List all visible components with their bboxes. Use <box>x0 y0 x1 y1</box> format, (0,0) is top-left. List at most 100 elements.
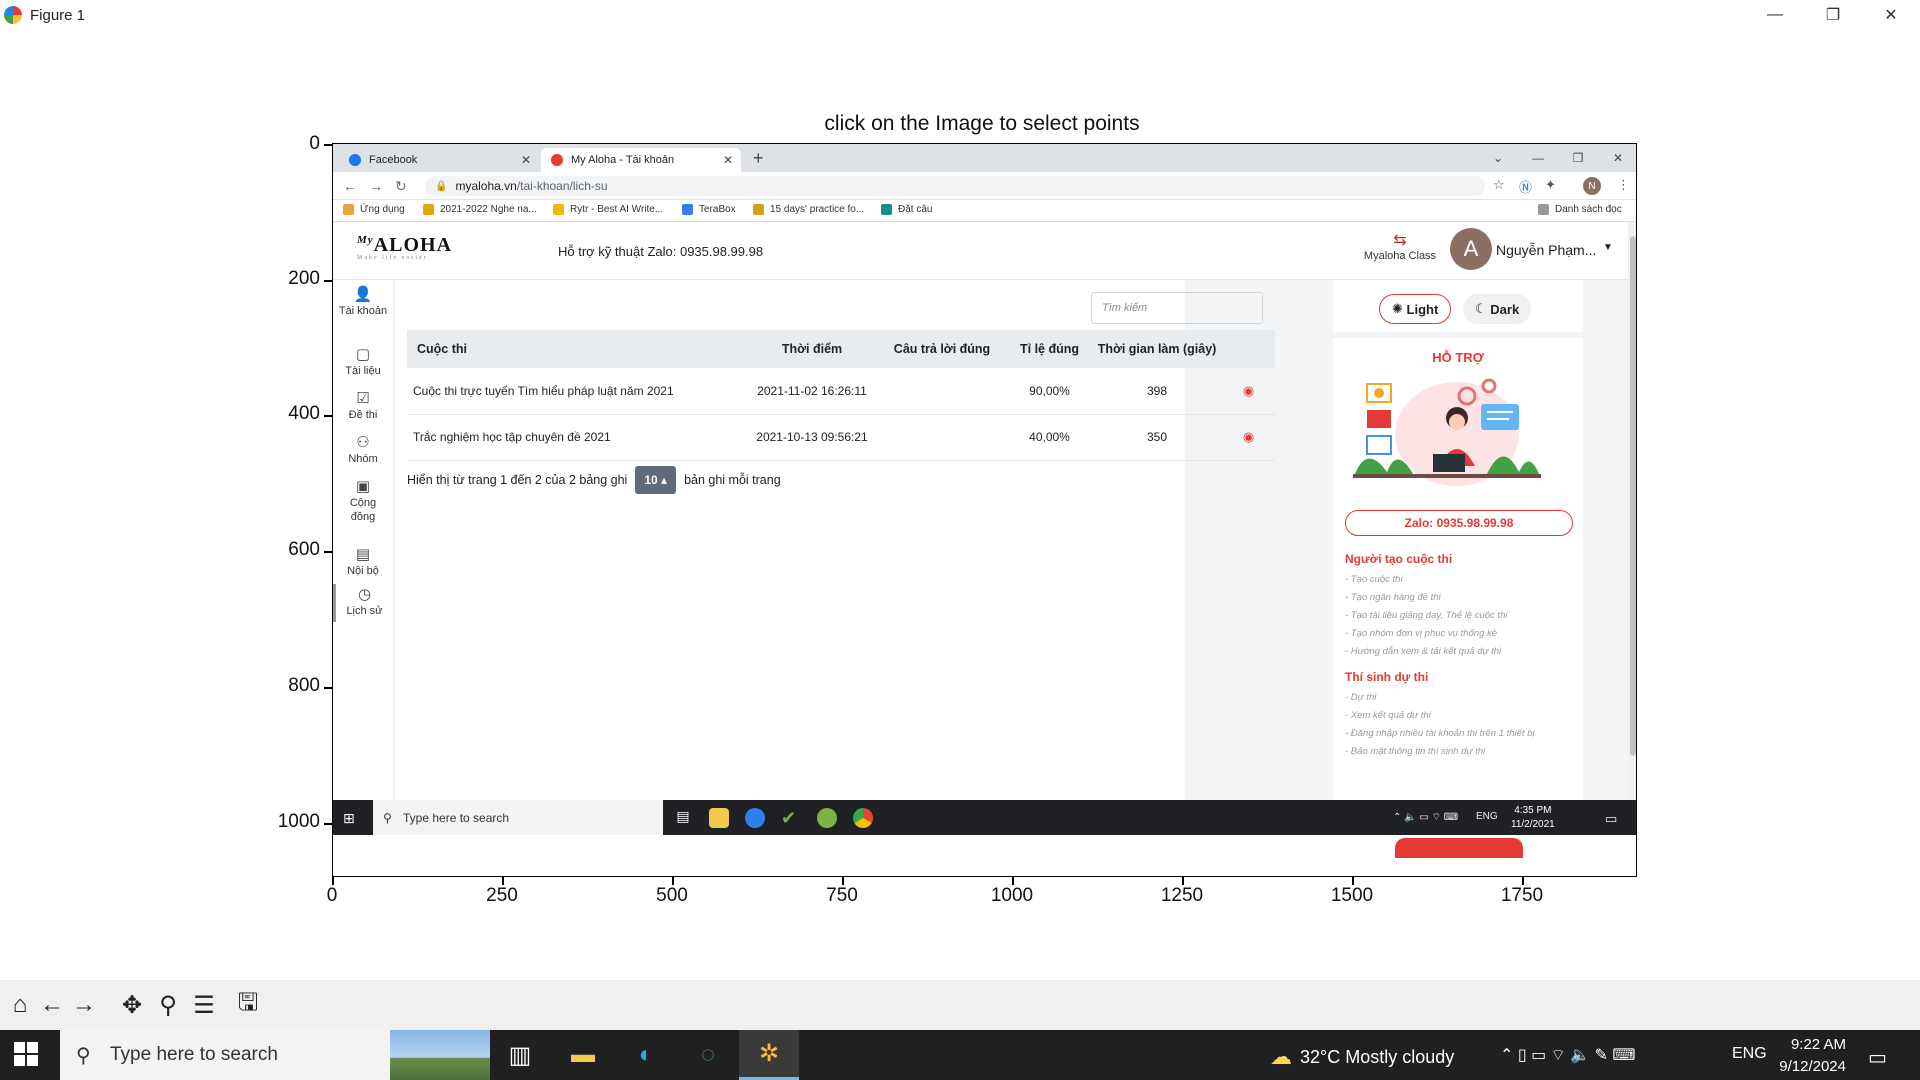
reload-icon[interactable]: ↻ <box>395 178 407 195</box>
tray-icons[interactable]: ⌃ 🔈 ▭ ⌔ ⌨ <box>1393 811 1458 824</box>
close-button[interactable]: ✕ <box>1862 0 1920 30</box>
bookmark-star-icon[interactable]: ☆ <box>1493 177 1505 193</box>
view-result-button[interactable]: ◉ <box>1222 414 1275 461</box>
creator-item[interactable]: - Hướng dẫn xem & tải kết quả dự thi <box>1345 646 1501 657</box>
zalo-icon[interactable] <box>745 808 765 828</box>
candidate-item[interactable]: - Đăng nhập nhiều tài khoản thi trên 1 t… <box>1345 728 1535 739</box>
column-header[interactable]: Thời điểm <box>747 330 877 368</box>
site-logo[interactable]: MyALOHA Make life easier <box>357 234 452 261</box>
tab-my-aloha[interactable]: My Aloha - Tài khoản ✕ <box>541 148 741 172</box>
view-result-button[interactable]: ◉ <box>1222 368 1275 415</box>
column-header[interactable]: Tỉ lệ đúng <box>1007 330 1092 368</box>
new-tab-button[interactable]: + <box>753 148 764 169</box>
tab-facebook[interactable]: Facebook ✕ <box>339 148 539 172</box>
minimize-button[interactable]: — <box>1518 144 1558 172</box>
restore-button[interactable]: ❐ <box>1558 144 1598 172</box>
chrome-icon[interactable] <box>853 808 873 828</box>
bookmark-item[interactable]: Ứng dụng <box>343 204 405 215</box>
checkmark-app-icon[interactable]: ✔ <box>781 808 801 828</box>
image-axes[interactable]: Facebook ✕ My Aloha - Tài khoản ✕ + ⌄ — … <box>332 143 1637 877</box>
bookmark-item[interactable]: TeraBox <box>682 204 736 215</box>
tray-icons[interactable]: ⌃ ▯ ▭ ⌔ 🔈 ✎ ⌨ <box>1500 1045 1635 1065</box>
task-view-icon[interactable]: ▤ <box>673 808 693 828</box>
bookmark-item[interactable]: 2021-2022 Nghe na... <box>423 204 537 215</box>
profile-avatar[interactable]: N <box>1583 177 1601 195</box>
notification-icon[interactable]: ▭ <box>1605 811 1617 827</box>
sidebar-item-groups[interactable]: ⚇ Nhóm <box>333 435 393 466</box>
home-button[interactable]: ⌂ <box>4 990 36 1020</box>
language-indicator[interactable]: ENG <box>1476 811 1498 822</box>
taskbar-search-input[interactable]: ⚲ Type here to search <box>373 800 663 835</box>
table-row[interactable]: Cuộc thi trực tuyến Tìm hiểu pháp luật n… <box>407 368 1275 415</box>
weather-widget[interactable]: ☁ 32°C Mostly cloudy <box>1270 1044 1454 1070</box>
sidebar-item-account[interactable]: 👤 Tài khoản <box>333 287 393 318</box>
creator-item[interactable]: - Tạo nhóm đơn vị phục vụ thống kê <box>1345 628 1497 639</box>
bookmarks-bar: Ứng dụng 2021-2022 Nghe na... Rytr - Bes… <box>333 200 1636 222</box>
bookmark-item[interactable]: 15 days' practice fo... <box>753 204 864 215</box>
candidate-item[interactable]: - Xem kết quả dự thi <box>1345 710 1431 721</box>
column-header[interactable]: Câu trả lời đúng <box>877 330 1007 368</box>
forward-icon[interactable]: → <box>369 178 383 194</box>
user-avatar[interactable]: A <box>1450 228 1492 270</box>
myaloha-class-link[interactable]: ⇆ Myaloha Class <box>1355 230 1445 262</box>
candidate-item[interactable]: - Dự thi <box>1345 692 1376 703</box>
os-clock[interactable]: 9:22 AM 9/12/2024 <box>1766 1034 1846 1078</box>
sidebar-item-community[interactable]: ▣ Cộng đồng <box>333 479 393 524</box>
forward-button[interactable]: → <box>68 990 100 1020</box>
creator-item[interactable]: - Tạo tài liệu giảng dạy, Thể lệ cuộc th… <box>1345 610 1507 621</box>
bookmark-item[interactable]: Đặt câu <box>881 204 932 215</box>
edge-button[interactable]: ◐ <box>616 1030 676 1080</box>
save-button[interactable]: 🖫 <box>232 989 264 1020</box>
sidebar-item-exams[interactable]: ☑ Đề thi <box>333 391 393 422</box>
sidebar-item-history[interactable]: ◷ Lịch sử <box>333 584 393 622</box>
configure-subplots-button[interactable]: ☰ <box>188 990 220 1020</box>
url-input[interactable]: 🔒 myaloha.vn/tai-khoan/lich-su <box>425 176 1485 196</box>
sidebar-item-documents[interactable]: ▢ Tài liệu <box>333 347 393 378</box>
pan-button[interactable]: ✥ <box>116 990 148 1020</box>
windows-start-icon[interactable]: ⊞ <box>343 810 355 827</box>
caret-down-icon[interactable]: ▼ <box>1603 242 1613 253</box>
windows-start-button[interactable] <box>14 1042 40 1068</box>
task-view-button[interactable]: ▥ <box>490 1030 550 1080</box>
dark-theme-button[interactable]: ☾ Dark <box>1463 294 1532 324</box>
reading-list[interactable]: Danh sách đọc <box>1538 204 1622 215</box>
page-size-select[interactable]: 10 ▴ <box>635 466 677 494</box>
close-tab-icon[interactable]: ✕ <box>723 153 733 167</box>
file-explorer-icon[interactable] <box>709 808 729 828</box>
os-search-input[interactable]: ⚲ Type here to search <box>60 1030 490 1080</box>
creator-item[interactable]: - Tạo cuộc thi <box>1345 574 1403 585</box>
candidate-item[interactable]: - Bảo mật thông tin thí sinh dự thi <box>1345 746 1485 757</box>
partial-red-button[interactable] <box>1395 838 1523 858</box>
notification-icon[interactable]: ▭ <box>1868 1045 1887 1070</box>
language-indicator[interactable]: ENG <box>1732 1045 1767 1063</box>
file-explorer-button[interactable]: ▬ <box>553 1030 613 1080</box>
creator-item[interactable]: - Tạo ngân hàng đề thi <box>1345 592 1441 603</box>
caret-up-icon: ▴ <box>661 473 668 487</box>
table-row[interactable]: Trắc nghiệm học tập chuyên đề 2021 2021-… <box>407 414 1275 461</box>
column-header[interactable]: Thời gian làm (giây) <box>1092 330 1222 368</box>
sidebar-item-internal[interactable]: ▤ Nội bộ <box>333 547 393 578</box>
python-figure-button[interactable]: ✲ <box>739 1030 799 1080</box>
close-tab-icon[interactable]: ✕ <box>521 153 531 167</box>
search-input[interactable]: Tìm kiếm <box>1091 292 1263 324</box>
column-header[interactable]: Cuộc thi <box>407 330 747 368</box>
close-button[interactable]: ✕ <box>1598 144 1636 172</box>
page-scrollbar[interactable] <box>1628 222 1636 800</box>
browser-menu-icon[interactable]: ⋮ <box>1617 177 1630 193</box>
extension-n-icon[interactable]: Ⓝ <box>1519 177 1532 196</box>
back-button[interactable]: ← <box>36 990 68 1020</box>
light-theme-button[interactable]: ✺ Light <box>1379 294 1452 324</box>
bookmark-item[interactable]: Rytr - Best AI Write... <box>553 204 663 215</box>
taskbar-clock[interactable]: 4:35 PM 11/2/2021 <box>1511 804 1555 832</box>
green-app-icon[interactable] <box>817 808 837 828</box>
maximize-button[interactable]: ❐ <box>1804 0 1862 30</box>
zalo-contact-button[interactable]: Zalo: 0935.98.99.98 <box>1345 510 1573 536</box>
refresh-app-button[interactable]: ◌ <box>678 1030 738 1080</box>
tab-search-icon[interactable]: ⌄ <box>1478 144 1518 172</box>
back-icon[interactable]: ← <box>343 178 357 194</box>
scroll-thumb[interactable] <box>1630 236 1636 756</box>
zoom-button[interactable]: ⚲ <box>152 990 184 1020</box>
user-name[interactable]: Nguyễn Phạm... <box>1496 242 1596 258</box>
minimize-button[interactable]: — <box>1746 0 1804 30</box>
extensions-puzzle-icon[interactable]: ✦ <box>1545 177 1556 193</box>
